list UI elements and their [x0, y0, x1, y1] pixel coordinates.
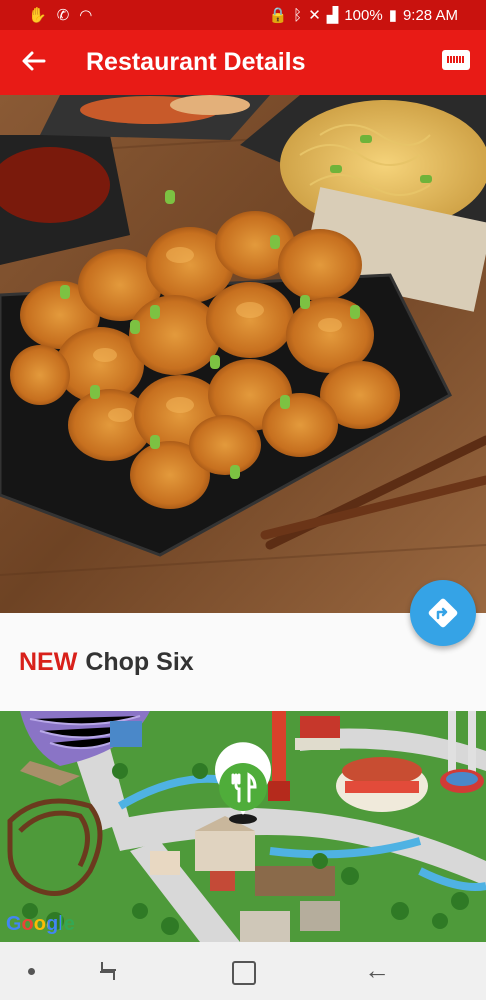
bluetooth-icon: ᛒ — [293, 6, 303, 24]
restaurant-name-text: Chop Six — [85, 648, 194, 676]
map-illustration — [0, 711, 486, 942]
nav-dot-icon[interactable] — [28, 968, 35, 975]
food-photo — [0, 95, 486, 613]
back-arrow-glyph — [22, 51, 46, 71]
system-navigation-bar: ← — [0, 942, 486, 1000]
system-back-icon[interactable]: ← — [364, 957, 390, 983]
google-attribution: Google — [6, 913, 75, 936]
google-logo-text: Google — [6, 913, 75, 935]
battery-icon: ▮ — [388, 7, 397, 24]
recent-apps-icon[interactable] — [96, 960, 120, 982]
back-arrow-icon[interactable] — [18, 46, 48, 76]
recent-apps-glyph — [100, 962, 116, 980]
battery-percent: 100% — [344, 6, 383, 24]
directions-icon — [428, 598, 458, 628]
restaurant-hero-image — [0, 95, 486, 613]
home-icon[interactable] — [232, 961, 256, 985]
clock: 9:28 AM — [402, 6, 458, 24]
app-bar: Restaurant Details — [0, 30, 486, 95]
page-title: Restaurant Details — [86, 48, 306, 76]
barcode-icon[interactable] — [442, 50, 470, 70]
directions-button[interactable] — [410, 580, 476, 646]
status-bar: ✋ ✆ ◠ 🔒 ᛒ ✕ ▟ 100% ▮ 9:28 AM — [0, 0, 486, 30]
new-badge: NEW — [19, 648, 78, 676]
mute-icon: ✕ — [308, 7, 321, 24]
signal-icon: ▟ — [326, 7, 339, 24]
status-icons-left: ✋ ✆ ◠ — [28, 6, 92, 24]
restaurant-name: NEW Chop Six — [19, 648, 194, 677]
park-map[interactable] — [0, 711, 486, 942]
lock-icon: 🔒 — [268, 7, 288, 24]
wifi-calling-icon: ◠ — [79, 7, 93, 24]
call-icon: ✆ — [56, 7, 70, 24]
hand-icon: ✋ — [28, 7, 47, 24]
status-icons-right: 🔒 ᛒ ✕ ▟ 100% ▮ 9:28 AM — [268, 6, 458, 25]
